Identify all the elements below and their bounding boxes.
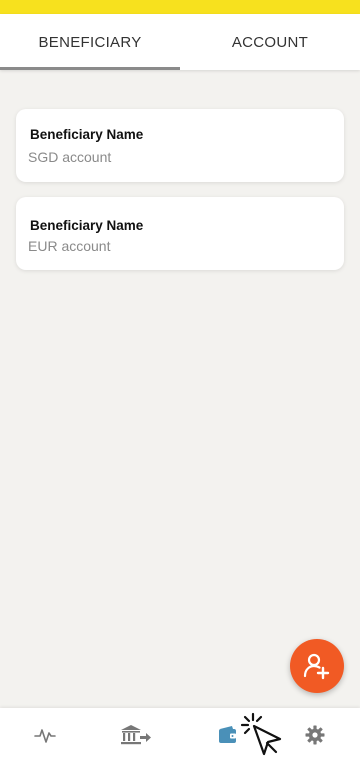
bottom-navigation (0, 708, 360, 760)
nav-activity[interactable] (31, 722, 59, 748)
beneficiary-card[interactable]: Beneficiary Name SGD account (16, 109, 344, 182)
status-bar-strip (0, 0, 360, 14)
activity-icon (34, 729, 56, 743)
add-beneficiary-button[interactable] (290, 639, 344, 693)
beneficiary-card[interactable]: Beneficiary Name EUR account (16, 197, 344, 270)
tab-account[interactable]: ACCOUNT (180, 14, 360, 70)
tab-beneficiary[interactable]: BENEFICIARY (0, 14, 180, 70)
bank-transfer-icon (121, 725, 151, 745)
add-user-icon (303, 653, 330, 680)
nav-bank-transfer[interactable] (118, 722, 152, 748)
beneficiary-account: SGD account (28, 149, 112, 165)
tab-bar: BENEFICIARY ACCOUNT (0, 14, 360, 70)
beneficiary-name: Beneficiary Name (30, 218, 144, 233)
nav-wallet[interactable] (214, 722, 242, 748)
beneficiary-name: Beneficiary Name (30, 127, 144, 142)
nav-settings[interactable] (301, 722, 329, 748)
wallet-icon (219, 726, 236, 743)
beneficiary-account: EUR account (28, 238, 111, 254)
settings-icon (305, 725, 325, 745)
